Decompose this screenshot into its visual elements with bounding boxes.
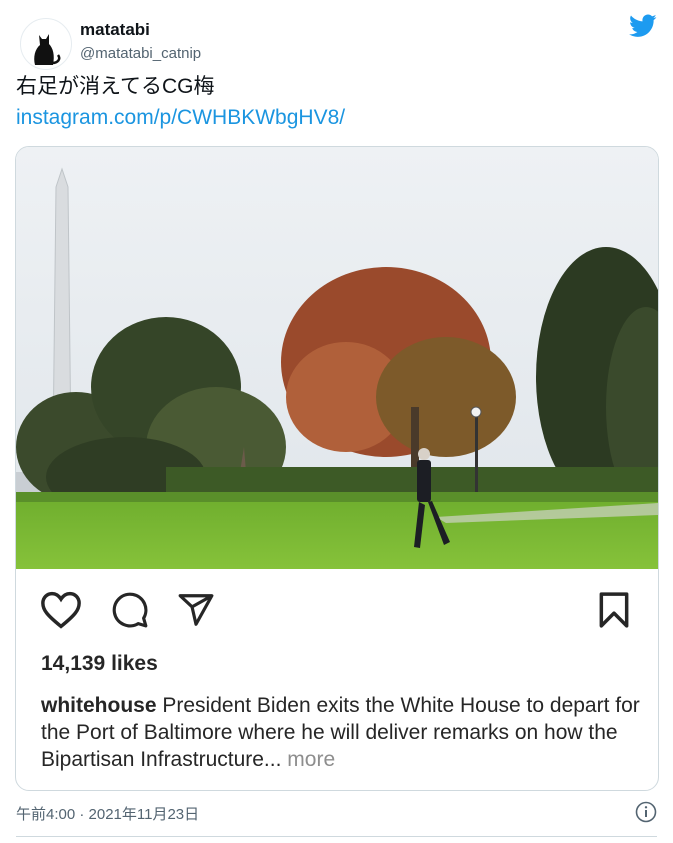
post-caption: whitehouse President Biden exits the Whi… (41, 692, 641, 773)
bookmark-icon[interactable] (596, 591, 632, 629)
comment-icon[interactable] (111, 591, 149, 629)
heart-icon[interactable] (40, 591, 82, 629)
caption-username[interactable]: whitehouse (41, 694, 157, 717)
tweet-link[interactable]: instagram.com/p/CWHBKWbgHV8/ (16, 106, 345, 130)
author-display-name[interactable]: matatabi (80, 20, 150, 40)
likes-count[interactable]: 14,139 likes (41, 652, 158, 676)
info-icon[interactable] (635, 801, 657, 823)
twitter-bird-icon[interactable] (629, 14, 657, 38)
avatar[interactable] (20, 18, 72, 70)
instagram-embed-card[interactable]: 14,139 likes whitehouse President Biden … (15, 146, 659, 791)
instagram-photo[interactable] (16, 147, 658, 569)
tweet-text: 右足が消えてるCG梅 (16, 75, 215, 98)
footer-divider (16, 836, 657, 837)
share-icon[interactable] (176, 591, 216, 629)
tweet-timestamp[interactable]: 午前4:00 · 2021年11月23日 (16, 803, 199, 824)
author-handle[interactable]: @matatabi_catnip (80, 45, 201, 62)
cat-silhouette-icon (34, 34, 61, 65)
more-link[interactable]: more (287, 748, 335, 771)
